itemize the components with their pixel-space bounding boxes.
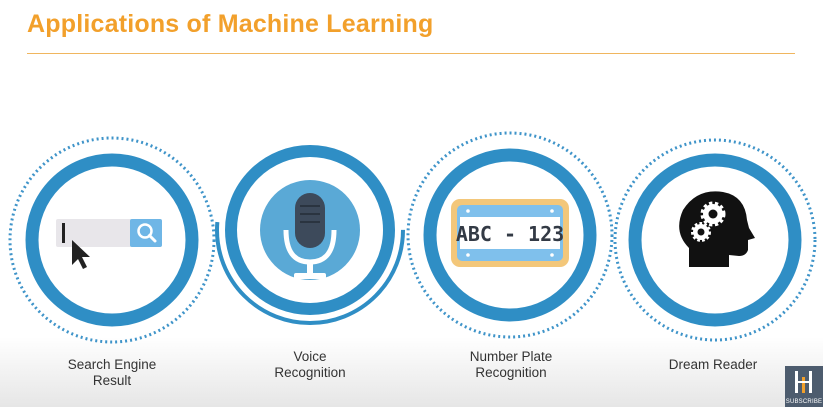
dream-reader-ring bbox=[613, 138, 817, 342]
dream-reader-item bbox=[605, 130, 823, 350]
search-engine-label: Search Engine Result bbox=[67, 357, 157, 388]
subscribe-button[interactable]: SUBSCRIBE bbox=[785, 366, 823, 407]
voice-recognition-item bbox=[210, 130, 410, 330]
dream-reader-label: Dream Reader bbox=[668, 357, 758, 372]
title-divider bbox=[27, 53, 795, 54]
plate-text: ABC - 123 bbox=[456, 222, 564, 246]
channel-logo-icon bbox=[795, 371, 812, 393]
page-title: Applications of Machine Learning bbox=[27, 10, 434, 38]
number-plate-label: Number Plate Recognition bbox=[469, 349, 553, 380]
search-bar-icon bbox=[56, 219, 162, 269]
subscribe-label: SUBSCRIBE bbox=[785, 399, 823, 405]
number-plate-ring: ABC - 123 bbox=[406, 131, 614, 339]
head-gears-icon bbox=[679, 191, 755, 267]
search-engine-item bbox=[2, 130, 222, 350]
number-plate-item: ABC - 123 bbox=[400, 125, 620, 345]
search-engine-ring bbox=[8, 136, 216, 344]
voice-recognition-ring bbox=[215, 135, 405, 325]
voice-recognition-label: Voice Recognition bbox=[274, 349, 346, 380]
number-plate-icon: ABC - 123 bbox=[451, 199, 569, 267]
